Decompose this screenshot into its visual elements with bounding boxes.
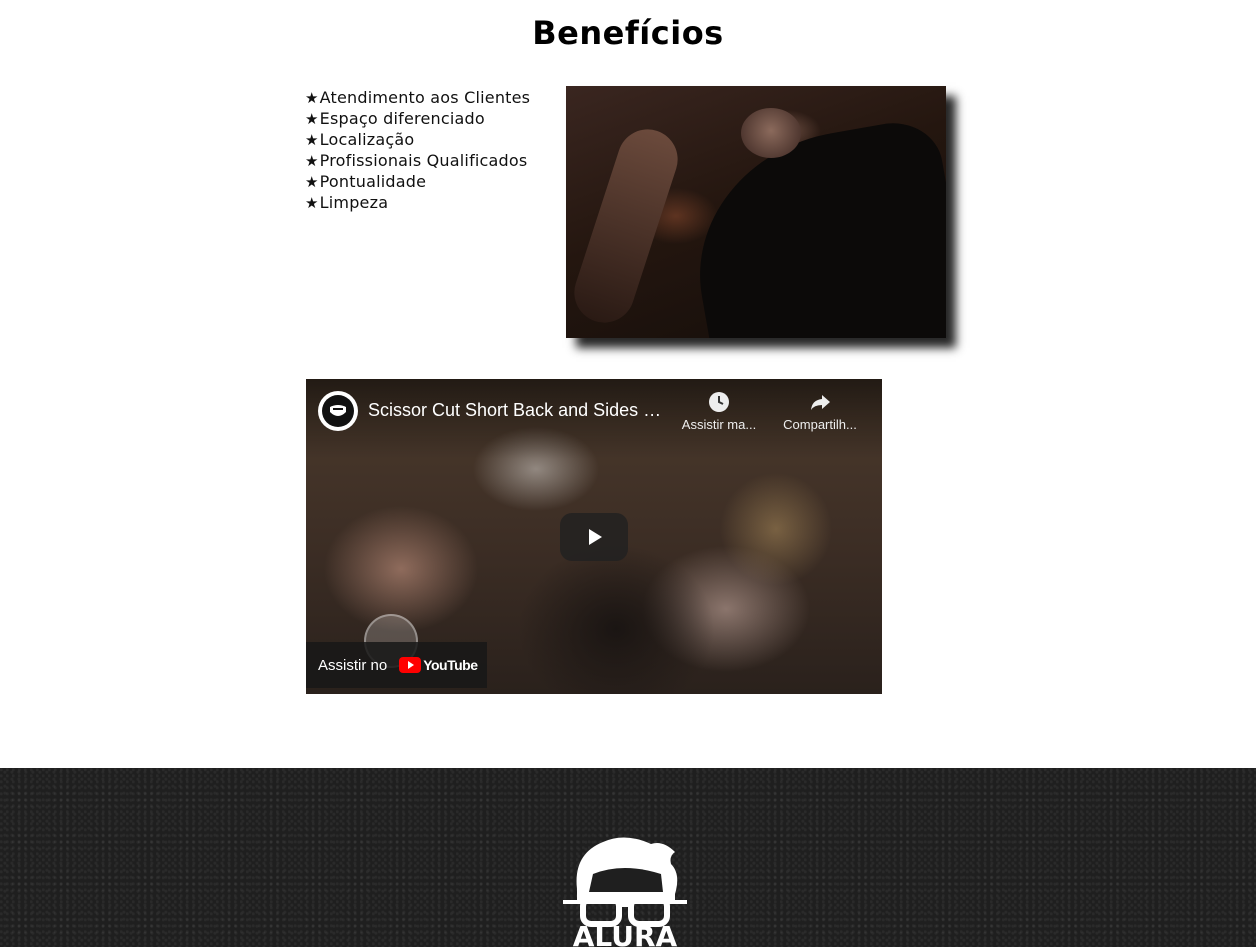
share-label: Compartilh... bbox=[783, 417, 857, 432]
watch-on-youtube-button[interactable]: Assistir no YouTube bbox=[306, 642, 487, 688]
star-icon: ★ bbox=[305, 152, 319, 170]
share-icon bbox=[777, 391, 863, 417]
play-button[interactable] bbox=[560, 513, 628, 561]
benefits-list: ★Atendimento aos Clientes ★Espaço difere… bbox=[305, 87, 555, 213]
youtube-wordmark: YouTube bbox=[423, 657, 478, 673]
beard-icon bbox=[322, 395, 354, 427]
list-item: ★Localização bbox=[305, 129, 555, 150]
benefit-label: Profissionais Qualificados bbox=[319, 151, 528, 170]
channel-avatar[interactable] bbox=[318, 391, 358, 431]
photo-head bbox=[741, 108, 801, 158]
benefit-label: Localização bbox=[319, 130, 415, 149]
star-icon: ★ bbox=[305, 131, 319, 149]
benefit-label: Pontualidade bbox=[319, 172, 427, 191]
barber-photo bbox=[566, 86, 946, 338]
list-item: ★Atendimento aos Clientes bbox=[305, 87, 555, 108]
footer: ALURA bbox=[0, 768, 1256, 951]
photo-arm bbox=[566, 121, 686, 331]
benefit-label: Espaço diferenciado bbox=[319, 109, 485, 128]
play-icon bbox=[589, 529, 602, 545]
svg-text:ALURA: ALURA bbox=[573, 920, 678, 947]
youtube-icon bbox=[399, 657, 422, 673]
video-title[interactable]: Scissor Cut Short Back and Sides M... bbox=[368, 400, 673, 421]
youtube-logo: YouTube bbox=[399, 657, 478, 673]
benefit-label: Atendimento aos Clientes bbox=[319, 88, 531, 107]
list-item: ★Profissionais Qualificados bbox=[305, 150, 555, 171]
watch-on-label: Assistir no bbox=[318, 656, 388, 674]
star-icon: ★ bbox=[305, 173, 319, 191]
share-button[interactable]: Compartilh... bbox=[777, 391, 863, 432]
list-item: ★Limpeza bbox=[305, 192, 555, 213]
photo-customer bbox=[678, 115, 946, 338]
star-icon: ★ bbox=[305, 194, 319, 212]
clock-icon bbox=[676, 391, 762, 417]
star-icon: ★ bbox=[305, 110, 319, 128]
list-item: ★Pontualidade bbox=[305, 171, 555, 192]
watch-later-label: Assistir ma... bbox=[681, 417, 757, 432]
logo-face-icon: ALURA bbox=[563, 837, 687, 951]
star-icon: ★ bbox=[305, 89, 319, 107]
youtube-embed[interactable]: Scissor Cut Short Back and Sides M... As… bbox=[306, 379, 882, 694]
page-title: Benefícios bbox=[532, 14, 724, 52]
benefit-label: Limpeza bbox=[319, 193, 389, 212]
list-item: ★Espaço diferenciado bbox=[305, 108, 555, 129]
alura-barber-logo: ALURA bbox=[563, 834, 687, 951]
watch-later-button[interactable]: Assistir ma... bbox=[676, 391, 762, 432]
